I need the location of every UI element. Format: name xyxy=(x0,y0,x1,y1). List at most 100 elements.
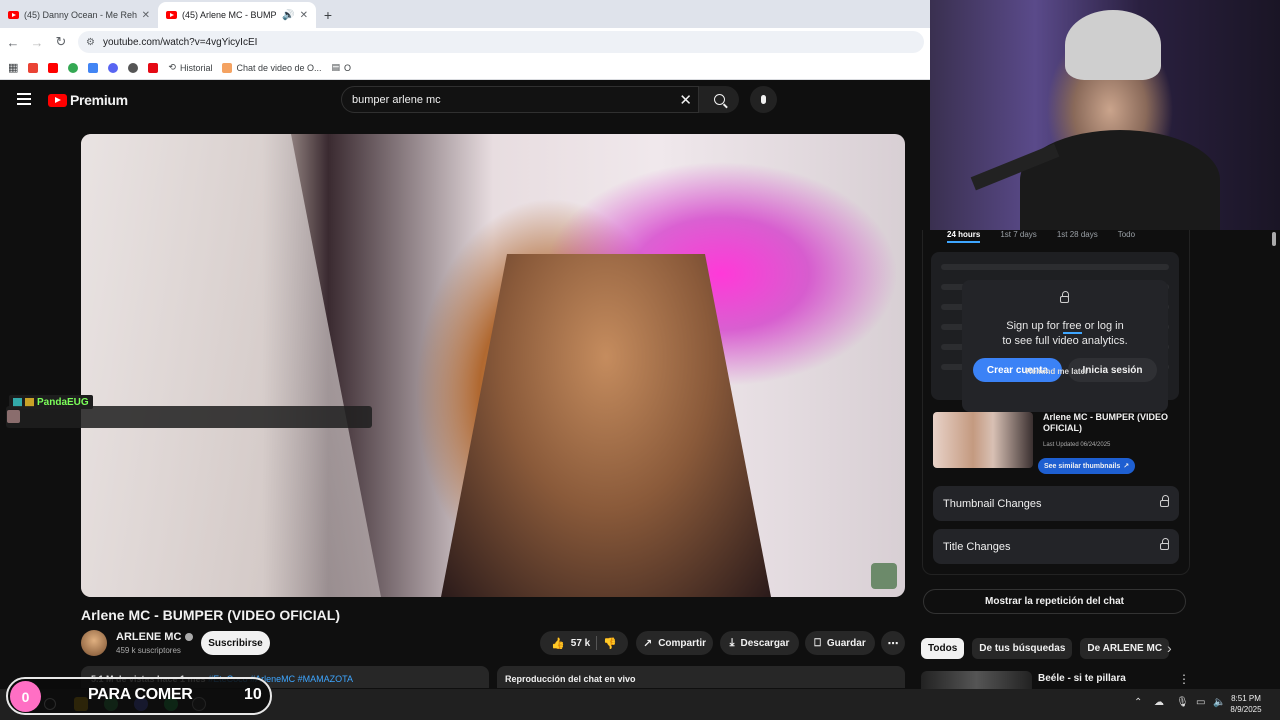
discord-icon[interactable] xyxy=(108,62,119,73)
tab-24-hours[interactable]: 24 hours xyxy=(947,230,981,243)
more-actions-button[interactable]: ⋯ xyxy=(881,631,905,655)
address-toolbar: ← → ↻ ⚙ youtube.com/watch?v=4vgYicyIcEI xyxy=(0,28,930,56)
verified-icon xyxy=(185,633,194,641)
speaker-icon[interactable]: 🔊 xyxy=(282,10,294,21)
divider xyxy=(596,636,598,650)
browser-tab-strip: (45) Danny Ocean - Me Rehúso ✕ (45) Arle… xyxy=(0,0,930,28)
video-analytics-card: Arlene MC - BUMPER (VIDEO OFICIAL) Last … xyxy=(933,412,1183,474)
youtube-favicon-icon xyxy=(166,11,177,19)
address-bar[interactable]: ⚙ youtube.com/watch?v=4vgYicyIcEI xyxy=(78,31,924,53)
gmail-icon[interactable] xyxy=(28,62,39,73)
display-icon[interactable]: ▭ xyxy=(1196,697,1205,708)
search-icon xyxy=(713,94,725,105)
apps-icon[interactable]: ▦ xyxy=(8,61,18,74)
video-frame-figure xyxy=(441,254,771,597)
subscribe-button[interactable]: Suscribirse xyxy=(201,631,270,655)
voice-search-button[interactable] xyxy=(750,86,777,113)
title-changes-row[interactable]: Title Changes xyxy=(933,529,1179,564)
youtube-logo-icon xyxy=(48,93,67,107)
like-icon[interactable]: 👍 xyxy=(551,637,565,650)
globe-icon[interactable] xyxy=(128,62,139,73)
search-button[interactable] xyxy=(699,86,739,113)
close-tab-icon[interactable]: ✕ xyxy=(142,10,150,21)
chevron-right-icon[interactable]: › xyxy=(1167,640,1172,656)
blurred-analytics: Sign up for free or log in to see full v… xyxy=(931,252,1179,412)
chip-all[interactable]: Todos xyxy=(921,638,965,659)
tab-title: (45) Danny Ocean - Me Rehúso xyxy=(24,10,137,20)
show-chat-replay-button[interactable]: Mostrar la repetición del chat xyxy=(923,589,1186,614)
translate-icon[interactable] xyxy=(88,62,99,73)
channel-name[interactable]: ARLENE MC xyxy=(116,631,194,643)
tab-title: (45) Arlene MC - BUMPER ( xyxy=(182,10,277,20)
back-icon[interactable]: ← xyxy=(6,35,20,50)
channel-avatar[interactable] xyxy=(81,630,107,656)
site-info-icon[interactable]: ⚙ xyxy=(86,37,95,48)
recommended-video-thumbnail[interactable] xyxy=(921,671,1032,691)
left-counter: 0 xyxy=(10,681,41,712)
more-vertical-icon[interactable]: ⋮ xyxy=(1178,672,1190,686)
blurred-row xyxy=(941,264,1169,270)
recommended-video-title[interactable]: Beéle - si te pillara xyxy=(1038,673,1126,684)
microphone-icon xyxy=(761,95,766,104)
maps-icon[interactable] xyxy=(68,62,79,73)
stream-chat-overlay: PandaEUG xyxy=(0,395,372,428)
video-title: Arlene MC - BUMPER (VIDEO OFICIAL) xyxy=(81,607,341,623)
stream-counter-overlay: 0 PARA COMER 10 xyxy=(6,677,272,715)
menu-icon[interactable] xyxy=(17,93,31,105)
browser-tab[interactable]: (45) Danny Ocean - Me Rehúso ✕ xyxy=(0,2,158,28)
more-icon: ⋯ xyxy=(887,637,899,650)
analytics-panel: 24 hours 1st 7 days 1st 28 days Todo Sig… xyxy=(922,230,1190,575)
chevron-up-icon[interactable]: ⌃ xyxy=(1134,697,1142,708)
video-thumbnail[interactable] xyxy=(933,412,1033,468)
browser-tab-active[interactable]: (45) Arlene MC - BUMPER ( 🔊 ✕ xyxy=(158,2,316,28)
system-clock[interactable]: 8:51 PM 8/9/2025 xyxy=(1226,693,1266,715)
bookmark-video-chat[interactable]: Chat de video de O... xyxy=(222,62,322,73)
new-tab-button[interactable]: + xyxy=(316,2,340,28)
volume-icon[interactable]: 🔈 xyxy=(1213,697,1225,708)
share-icon: ↗ xyxy=(642,637,653,650)
tab-7-days[interactable]: 1st 7 days xyxy=(1000,230,1036,243)
counter-label: PARA COMER xyxy=(88,686,193,703)
like-count[interactable]: 57 k xyxy=(571,638,590,649)
save-button[interactable]: ⎕ Guardar xyxy=(805,631,875,655)
url-text: youtube.com/watch?v=4vgYicyIcEI xyxy=(102,36,258,48)
youtube-icon[interactable] xyxy=(48,62,59,73)
chat-message-bar xyxy=(6,406,372,428)
cloud-icon[interactable]: ☁ xyxy=(1154,697,1164,708)
bookmark-folder[interactable]: ▤ O xyxy=(332,62,352,73)
similar-thumbnails-button[interactable]: See similar thumbnails ↗ xyxy=(1038,458,1136,474)
tab-all[interactable]: Todo xyxy=(1118,230,1135,243)
signup-modal: Sign up for free or log in to see full v… xyxy=(962,280,1168,412)
netflix-icon[interactable] xyxy=(148,62,159,73)
download-icon: ⤓ xyxy=(729,636,735,649)
share-button[interactable]: ↗ Compartir xyxy=(636,631,713,655)
lock-icon xyxy=(1160,495,1169,507)
reload-icon[interactable]: ↻ xyxy=(54,34,68,50)
chip-from-channel[interactable]: De ARLENE MC xyxy=(1080,638,1170,659)
video-player[interactable] xyxy=(81,134,905,597)
youtube-favicon-icon xyxy=(8,11,19,19)
chat-avatar xyxy=(7,410,20,423)
youtube-premium-logo[interactable]: Premium xyxy=(48,92,128,108)
live-chat-replay-header[interactable]: Reproducción del chat en vivo xyxy=(497,666,905,688)
lock-icon xyxy=(1060,291,1069,303)
tab-28-days[interactable]: 1st 28 days xyxy=(1057,230,1098,243)
video-frame-figure xyxy=(81,134,381,597)
clear-search-icon[interactable]: ✕ xyxy=(679,91,692,109)
right-counter: 10 xyxy=(244,686,262,703)
youtube-header: Premium bumper arlene mc ✕ xyxy=(0,80,930,120)
forward-icon[interactable]: → xyxy=(30,35,44,50)
download-button[interactable]: ⤓ Descargar xyxy=(720,631,799,655)
bookmark-icon: ⎕ xyxy=(814,636,821,649)
scrollbar-thumb[interactable] xyxy=(1272,232,1276,246)
thumbnail-changes-row[interactable]: Thumbnail Changes xyxy=(933,486,1179,521)
close-tab-icon[interactable]: ✕ xyxy=(300,10,308,21)
channel-watermark[interactable] xyxy=(871,563,897,589)
remind-later-link[interactable]: Remind me later xyxy=(954,367,1160,376)
subscriber-count: 459 k suscriptores xyxy=(116,646,181,655)
microphone-tray-icon[interactable]: 🎙 xyxy=(1176,697,1189,708)
bookmark-history[interactable]: ⟲ Historial xyxy=(168,62,212,73)
chip-from-searches[interactable]: De tus búsquedas xyxy=(972,638,1073,659)
search-input[interactable]: bumper arlene mc ✕ xyxy=(341,86,699,113)
dislike-icon[interactable]: 👎 xyxy=(603,637,617,650)
